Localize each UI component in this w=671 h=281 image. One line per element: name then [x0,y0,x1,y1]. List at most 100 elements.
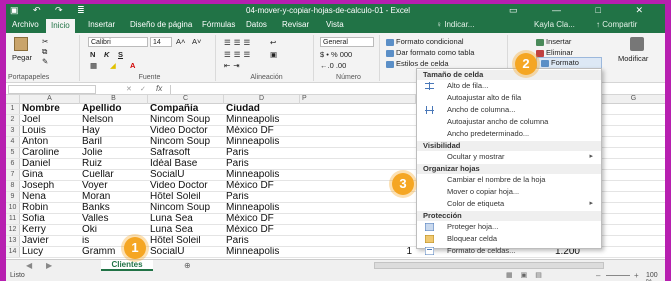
modify-button[interactable]: Modificar [618,37,658,77]
cell-d[interactable]: Minneapolis [226,203,300,213]
cell-a[interactable]: Anton [22,137,80,147]
grow-font-button[interactable]: A˄ [176,37,185,46]
cell-a[interactable]: Joseph [22,181,80,191]
cell-a[interactable]: Nombre [22,104,80,114]
format-as-table-button[interactable]: Dar formato como tabla [386,48,474,57]
cell-b[interactable]: Ruiz [82,159,148,169]
menu-item-row-height[interactable]: Alto de fila... [447,81,488,91]
cell-c[interactable]: Hôtel Soleil [150,192,224,202]
zoom-slider[interactable] [606,275,630,276]
zoom-in-icon[interactable]: + [634,271,639,280]
italic-button[interactable]: K [104,50,109,59]
menu-item-lock-cell[interactable]: Bloquear celda [447,234,497,244]
border-icon[interactable]: ▦ [90,61,97,70]
cell-b[interactable]: Apellido [82,104,148,114]
cell-styles-button[interactable]: Estilos de celda [386,59,449,68]
cell-c[interactable]: Safrasoft [150,148,224,158]
number-format-select[interactable]: General [320,37,374,47]
row-header[interactable]: 1 [6,104,20,114]
indent-icons[interactable]: ⇤⇥ [224,61,243,70]
insert-button[interactable]: Insertar [536,37,571,46]
cell-a[interactable]: Louis [22,126,80,136]
cell-d[interactable]: Minneapolis [226,247,300,257]
underline-button[interactable]: S [118,50,123,59]
cell-e[interactable] [302,225,412,235]
cell-a[interactable]: Nena [22,192,80,202]
tab-datos[interactable]: Datos [246,20,267,29]
cut-icon[interactable]: ✂ [42,37,48,46]
row-header[interactable]: 11 [6,214,20,224]
cell-e[interactable] [302,159,412,169]
cell-a[interactable]: Gina [22,170,80,180]
user-account[interactable]: Kayla Cla... [534,20,575,29]
menu-item-column-width[interactable]: Ancho de columna... [447,105,515,115]
cell-c[interactable]: Video Doctor [150,181,224,191]
prev-sheet-icon[interactable]: ◀ [26,261,32,270]
row-header[interactable]: 4 [6,137,20,147]
tab-diseno-pagina[interactable]: Diseño de página [130,20,192,29]
bold-button[interactable]: N [90,50,95,59]
cell-d[interactable]: Minneapolis [226,137,300,147]
accept-icon[interactable]: ✓ [140,85,146,93]
view-mode-icons[interactable]: ▦▣▤ [506,271,550,279]
formula-input[interactable] [170,85,414,94]
menu-item-tab-color[interactable]: Color de etiqueta [447,199,597,209]
cell-b[interactable]: Jolie [82,148,148,158]
cell-c[interactable]: Compañía [150,104,224,114]
font-color-icon[interactable]: A [130,61,135,70]
row-header[interactable]: 8 [6,181,20,191]
shrink-font-button[interactable]: A˅ [192,37,201,46]
cell-c[interactable]: SocialU [150,170,224,180]
select-all-corner[interactable] [6,95,20,104]
paste-button[interactable]: Pegar [12,53,32,62]
copy-icon[interactable]: ⧉ [42,47,47,57]
menu-item-rename-sheet[interactable]: Cambiar el nombre de la hoja [447,175,545,185]
tab-revisar[interactable]: Revisar [282,20,309,29]
menu-item-move-copy-sheet[interactable]: Mover o copiar hoja... [447,187,519,197]
cell-c[interactable]: Idéal Base [150,159,224,169]
tab-archivo[interactable]: Archivo [12,20,39,29]
cell-b[interactable]: Cuellar [82,170,148,180]
cell-d[interactable]: México DF [226,214,300,224]
fill-color-icon[interactable]: ◢ [110,61,116,70]
cell-d[interactable]: Paris [226,148,300,158]
wrap-text-icon[interactable]: ↩ [270,38,276,47]
horizontal-scrollbar[interactable] [374,262,604,269]
cell-e[interactable] [302,148,412,158]
cell-c[interactable]: Nincom Soup [150,115,224,125]
zoom-out-icon[interactable]: – [596,271,600,280]
cell-a[interactable]: Daniel [22,159,80,169]
cell-c[interactable]: Luna Sea [150,214,224,224]
cell-d[interactable]: Minneapolis [226,170,300,180]
cell-e[interactable] [302,192,412,202]
quick-access-toolbar[interactable]: ▣ ↶ ↷ ≣ [10,5,91,16]
tab-insertar[interactable]: Insertar [88,20,115,29]
decimal-buttons[interactable]: ←.0 .00 [320,61,346,70]
zoom-level[interactable]: 100 % [646,272,665,281]
cancel-icon[interactable]: ✕ [126,85,132,93]
row-header[interactable]: 7 [6,170,20,180]
cell-e[interactable] [302,236,412,246]
cell-b[interactable]: Voyer [82,181,148,191]
cell-c[interactable]: Hôtel Soleil [150,236,224,246]
cell-a[interactable]: Joel [22,115,80,125]
cell-b[interactable]: Nelson [82,115,148,125]
share-button[interactable]: ↑ Compartir [596,20,637,29]
cell-c[interactable]: SocialU [150,247,224,257]
menu-item-autofit-row[interactable]: Autoajustar alto de fila [447,93,521,103]
font-name-select[interactable]: Calibri [88,37,148,47]
tell-me-search[interactable]: ♀ Indicar... [436,20,474,29]
cell-d[interactable]: Paris [226,159,300,169]
cell-b[interactable]: Banks [82,203,148,213]
cell-b[interactable]: Hay [82,126,148,136]
cell-b[interactable]: Moran [82,192,148,202]
cell-b[interactable]: Oki [82,225,148,235]
cell-c[interactable]: Nincom Soup [150,137,224,147]
cell-d[interactable]: México DF [226,126,300,136]
cell-a[interactable]: Caroline [22,148,80,158]
tab-inicio[interactable]: Inicio [46,19,75,33]
fx-icon[interactable]: fx [156,84,162,93]
cell-d[interactable]: Paris [226,236,300,246]
currency-percent-buttons[interactable]: $ • % 000 [320,50,352,59]
column-header-a[interactable]: A [20,95,80,104]
